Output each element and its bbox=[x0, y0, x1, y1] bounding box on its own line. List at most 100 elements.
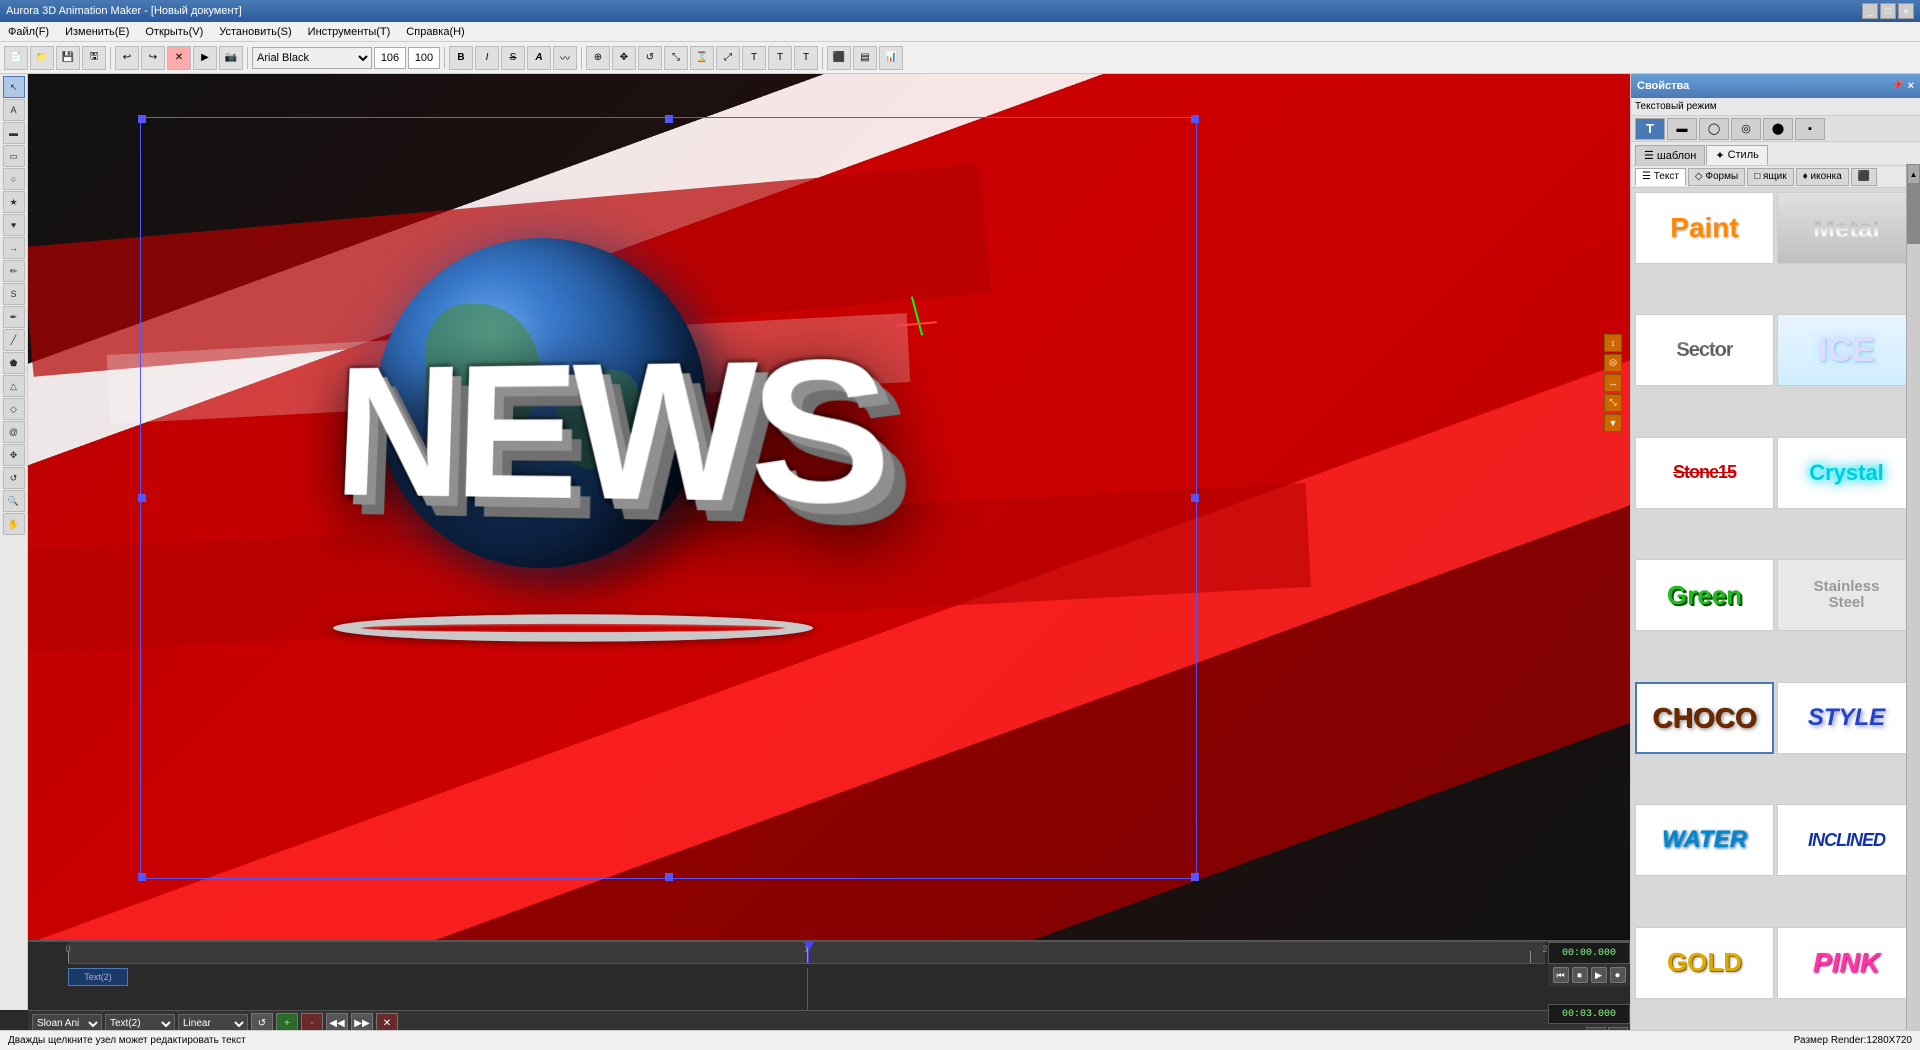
t2-btn[interactable]: T bbox=[768, 46, 792, 70]
line-tool[interactable]: ╱ bbox=[3, 329, 25, 351]
subtab-box[interactable]: □ ящик bbox=[1747, 168, 1793, 186]
s-tool[interactable]: S bbox=[3, 283, 25, 305]
mode-ring-btn[interactable]: ◎ bbox=[1731, 118, 1761, 140]
play-btn[interactable]: ▶ bbox=[193, 46, 217, 70]
styles-scrollbar[interactable]: ▲ ▼ bbox=[1906, 164, 1920, 1050]
round-rect-tool[interactable]: ▭ bbox=[3, 145, 25, 167]
props-close-btn[interactable]: × bbox=[1908, 80, 1914, 92]
style-green[interactable]: Green bbox=[1635, 559, 1774, 631]
titlebar: Aurora 3D Animation Maker - [Новый докум… bbox=[0, 0, 1920, 22]
style-water[interactable]: WATER bbox=[1635, 804, 1774, 876]
anim-btn[interactable]: ⌛ bbox=[690, 46, 714, 70]
strikethrough-btn[interactable]: S bbox=[501, 46, 525, 70]
tab-style[interactable]: ✦Стиль bbox=[1706, 145, 1768, 165]
menu-edit[interactable]: Изменить(E) bbox=[61, 24, 133, 40]
mode-text-btn[interactable]: T bbox=[1635, 118, 1665, 140]
style-crystal[interactable]: Crystal bbox=[1777, 437, 1916, 509]
undo-btn[interactable]: ↩ bbox=[115, 46, 139, 70]
bold-btn[interactable]: B bbox=[449, 46, 473, 70]
brush-tool[interactable]: ✏ bbox=[3, 260, 25, 282]
render-btn[interactable]: 📷 bbox=[219, 46, 243, 70]
subtab-text[interactable]: ☰ Текст bbox=[1635, 168, 1686, 186]
menu-tools[interactable]: Инструменты(T) bbox=[304, 24, 395, 40]
mode-round-btn[interactable]: ◯ bbox=[1699, 118, 1729, 140]
italic-btn[interactable]: I bbox=[475, 46, 499, 70]
font-scale-input[interactable] bbox=[408, 47, 440, 69]
t1-btn[interactable]: T bbox=[742, 46, 766, 70]
pen-tool[interactable]: ✒ bbox=[3, 306, 25, 328]
export2-btn[interactable]: ▤ bbox=[853, 46, 877, 70]
style-sector[interactable]: Sector bbox=[1635, 314, 1774, 386]
subtab-shapes[interactable]: ◇ Формы bbox=[1688, 168, 1745, 186]
rect-tool[interactable]: ▬ bbox=[3, 122, 25, 144]
sep4 bbox=[581, 47, 582, 69]
open-btn[interactable]: 📁 bbox=[30, 46, 54, 70]
style-choco[interactable]: CHOCO bbox=[1635, 682, 1774, 754]
diamond-tool[interactable]: ◇ bbox=[3, 398, 25, 420]
canvas-viewport[interactable]: NEWS ↕ ◎ bbox=[28, 74, 1630, 940]
transport-controls: ⏮ ⏹ ▶ ⏺ bbox=[1548, 964, 1630, 986]
menu-setup[interactable]: Установить(S) bbox=[215, 24, 295, 40]
style-stainless-steel[interactable]: StainlessSteel bbox=[1777, 559, 1916, 631]
heart-tool[interactable]: ♥ bbox=[3, 214, 25, 236]
close-btn[interactable]: × bbox=[1898, 3, 1914, 19]
maximize-btn[interactable]: □ bbox=[1880, 3, 1896, 19]
redo-btn[interactable]: ↪ bbox=[141, 46, 165, 70]
tab-template[interactable]: ☰шаблон bbox=[1635, 145, 1705, 165]
play-transport-btn[interactable]: ▶ bbox=[1591, 967, 1607, 983]
zoom-tool[interactable]: 🔍 bbox=[3, 490, 25, 512]
new-btn[interactable]: 📄 bbox=[4, 46, 28, 70]
transform-widget[interactable]: ↕ ◎ ↔ ⤡ ▼ bbox=[1604, 334, 1622, 432]
font-size-input[interactable] bbox=[374, 47, 406, 69]
rotate3d-tool[interactable]: ↺ bbox=[3, 467, 25, 489]
export3-btn[interactable]: 📊 bbox=[879, 46, 903, 70]
properties-header: Свойства 📌 × bbox=[1631, 74, 1920, 98]
scale-btn[interactable]: ⤡ bbox=[664, 46, 688, 70]
menu-help[interactable]: Справка(H) bbox=[402, 24, 468, 40]
wave-btn[interactable]: 〰 bbox=[553, 46, 577, 70]
font-selector[interactable]: Arial Black Arial Impact bbox=[252, 47, 372, 69]
select-tool[interactable]: ↖ bbox=[3, 76, 25, 98]
window-controls[interactable]: _ □ × bbox=[1862, 3, 1914, 19]
style-style[interactable]: STYLE bbox=[1777, 682, 1916, 754]
style-metal[interactable]: Metal bbox=[1777, 192, 1916, 264]
style-inclined[interactable]: INCLINED bbox=[1777, 804, 1916, 876]
mode-shadow-btn[interactable]: ▪ bbox=[1795, 118, 1825, 140]
rewind-btn[interactable]: ⏮ bbox=[1553, 967, 1569, 983]
t3-btn[interactable]: T bbox=[794, 46, 818, 70]
text-style-btn[interactable]: A bbox=[527, 46, 551, 70]
mode-rect-btn[interactable]: ▬ bbox=[1667, 118, 1697, 140]
mode-filled-btn[interactable]: ⬤ bbox=[1763, 118, 1793, 140]
style-stone15[interactable]: Stone15 bbox=[1635, 437, 1774, 509]
subtab-icon[interactable]: ♦ иконка bbox=[1796, 168, 1849, 186]
circle-tool[interactable]: ○ bbox=[3, 168, 25, 190]
minimize-btn[interactable]: _ bbox=[1862, 3, 1878, 19]
shape-tool[interactable]: ⬟ bbox=[3, 352, 25, 374]
align-btn[interactable]: ⊕ bbox=[586, 46, 610, 70]
text-tool[interactable]: A bbox=[3, 99, 25, 121]
hand-tool[interactable]: ✋ bbox=[3, 513, 25, 535]
style-paint[interactable]: Paint bbox=[1635, 192, 1774, 264]
save-btn[interactable]: 💾 bbox=[56, 46, 80, 70]
style-gold[interactable]: GOLD bbox=[1635, 927, 1774, 999]
move-btn[interactable]: ✥ bbox=[612, 46, 636, 70]
menu-open[interactable]: Открыть(V) bbox=[141, 24, 207, 40]
save-as-btn[interactable]: 🖫 bbox=[82, 46, 106, 70]
move3d-tool[interactable]: ✥ bbox=[3, 444, 25, 466]
star-tool[interactable]: ★ bbox=[3, 191, 25, 213]
path-btn[interactable]: ⤢ bbox=[716, 46, 740, 70]
stop-btn[interactable]: ✕ bbox=[167, 46, 191, 70]
subtab-extra[interactable]: ⬛ bbox=[1851, 168, 1877, 186]
spiral-tool[interactable]: @ bbox=[3, 421, 25, 443]
props-pin-btn[interactable]: 📌 bbox=[1892, 80, 1903, 92]
rotate-btn[interactable]: ↺ bbox=[638, 46, 662, 70]
stop-transport-btn[interactable]: ⏹ bbox=[1572, 967, 1588, 983]
style-pink[interactable]: PINK bbox=[1777, 927, 1916, 999]
triangle-tool[interactable]: △ bbox=[3, 375, 25, 397]
export1-btn[interactable]: ⬛ bbox=[827, 46, 851, 70]
menu-file[interactable]: Файл(F) bbox=[4, 24, 53, 40]
arrow-tool[interactable]: → bbox=[3, 237, 25, 259]
style-ice[interactable]: ICE bbox=[1777, 314, 1916, 386]
record-btn[interactable]: ⏺ bbox=[1610, 967, 1626, 983]
properties-title: Свойства bbox=[1637, 80, 1689, 92]
